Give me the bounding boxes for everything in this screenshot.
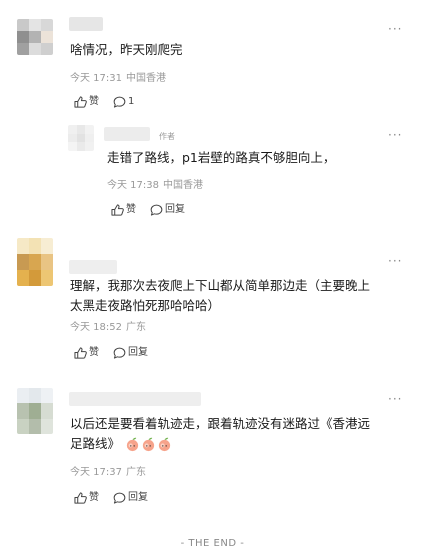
reply-count: 1 bbox=[128, 96, 135, 107]
speech-bubble-icon bbox=[150, 204, 163, 216]
reply-label: 回复 bbox=[128, 347, 148, 358]
comment-item: ··· 理解，我那次去夜爬上下山都从简单那边走（主要晚上 太黑走夜路怕死那哈哈哈… bbox=[0, 230, 425, 380]
comment-text-fragment: 足路线》 bbox=[70, 436, 121, 451]
comment-time: 今天 17:38 bbox=[107, 180, 159, 191]
thumbs-up-icon bbox=[74, 492, 87, 504]
like-label: 赞 bbox=[89, 492, 99, 503]
comment-actions: 赞 回复 bbox=[74, 491, 162, 505]
comment-time: 今天 17:37 bbox=[70, 467, 122, 478]
avatar[interactable] bbox=[17, 238, 53, 286]
reply-label: 回复 bbox=[165, 204, 185, 215]
comment-text: 啥情况，昨天刚爬完 bbox=[70, 42, 183, 57]
comment-item: ··· 啥情况，昨天刚爬完 今天 17:31 中国香港 赞 1 bbox=[0, 0, 425, 120]
thumbs-up-icon bbox=[111, 204, 124, 216]
more-dots-icon[interactable]: ··· bbox=[388, 129, 402, 141]
comment-text-line: 太黑走夜路怕死那哈哈哈） bbox=[70, 298, 221, 313]
like-button[interactable]: 赞 bbox=[74, 346, 99, 360]
comment-time: 今天 18:52 bbox=[70, 322, 122, 333]
the-end-footer: - THE END - bbox=[180, 538, 245, 549]
more-dots-icon[interactable]: ··· bbox=[388, 23, 402, 35]
comment-text-line: 理解，我那次去夜爬上下山都从简单那边走（主要晚上 bbox=[70, 278, 371, 293]
comment-location: 中国香港 bbox=[126, 73, 166, 84]
reply-button[interactable]: 回复 bbox=[113, 491, 148, 505]
author-badge: 作者 bbox=[159, 132, 175, 141]
like-button[interactable]: 赞 bbox=[111, 203, 136, 217]
comment-location: 广东 bbox=[126, 467, 146, 478]
speech-bubble-icon bbox=[113, 492, 126, 504]
speech-bubble-icon bbox=[113, 96, 126, 108]
peach-emoji-icon bbox=[126, 437, 139, 452]
comment-item: ··· 以后还是要看着轨迹走，跟着轨迹没有迷路过《香港远 足路线》 今天 17:… bbox=[0, 380, 425, 520]
like-button[interactable]: 赞 bbox=[74, 95, 99, 109]
reply-item: 作者 ··· 走错了路线，p1岩壁的路真不够胆向上， 今天 17:38 中国香港 … bbox=[0, 120, 425, 230]
peach-emoji-icon bbox=[158, 437, 171, 452]
like-label: 赞 bbox=[126, 204, 136, 215]
comment-location: 中国香港 bbox=[163, 180, 203, 191]
reply-label: 回复 bbox=[128, 492, 148, 503]
like-label: 赞 bbox=[89, 96, 99, 107]
comment-text-line: 以后还是要看着轨迹走，跟着轨迹没有迷路过《香港远 bbox=[70, 416, 371, 431]
reply-button[interactable]: 回复 bbox=[150, 203, 185, 217]
username[interactable] bbox=[69, 260, 117, 274]
username[interactable] bbox=[69, 392, 201, 406]
like-label: 赞 bbox=[89, 347, 99, 358]
comment-text: 以后还是要看着轨迹走，跟着轨迹没有迷路过《香港远 足路线》 bbox=[70, 414, 370, 454]
comment-text-line: 足路线》 bbox=[70, 434, 370, 454]
comment-meta: 今天 17:31 中国香港 bbox=[70, 72, 166, 86]
thumbs-up-icon bbox=[74, 96, 87, 108]
speech-bubble-icon bbox=[113, 347, 126, 359]
username[interactable] bbox=[104, 127, 150, 141]
peach-emoji-icon bbox=[142, 437, 155, 452]
thumbs-up-icon bbox=[74, 347, 87, 359]
comment-text: 理解，我那次去夜爬上下山都从简单那边走（主要晚上 太黑走夜路怕死那哈哈哈） bbox=[70, 276, 370, 316]
comment-meta: 今天 17:37 广东 bbox=[70, 466, 146, 480]
more-dots-icon[interactable]: ··· bbox=[388, 393, 402, 405]
more-dots-icon[interactable]: ··· bbox=[388, 255, 402, 267]
comment-actions: 赞 1 bbox=[74, 95, 148, 109]
avatar[interactable] bbox=[68, 125, 94, 151]
comment-location: 广东 bbox=[126, 322, 146, 333]
like-button[interactable]: 赞 bbox=[74, 491, 99, 505]
comment-meta: 今天 17:38 中国香港 bbox=[107, 179, 203, 193]
reply-button[interactable]: 1 bbox=[113, 95, 134, 109]
comment-meta: 今天 18:52 广东 bbox=[70, 321, 146, 335]
username[interactable] bbox=[69, 17, 103, 31]
comment-time: 今天 17:31 bbox=[70, 73, 122, 84]
avatar[interactable] bbox=[17, 19, 53, 55]
comment-actions: 赞 回复 bbox=[74, 346, 162, 360]
comment-text: 走错了路线，p1岩壁的路真不够胆向上， bbox=[107, 150, 336, 165]
avatar[interactable] bbox=[17, 388, 53, 434]
comment-actions: 赞 回复 bbox=[111, 203, 199, 217]
reply-button[interactable]: 回复 bbox=[113, 346, 148, 360]
